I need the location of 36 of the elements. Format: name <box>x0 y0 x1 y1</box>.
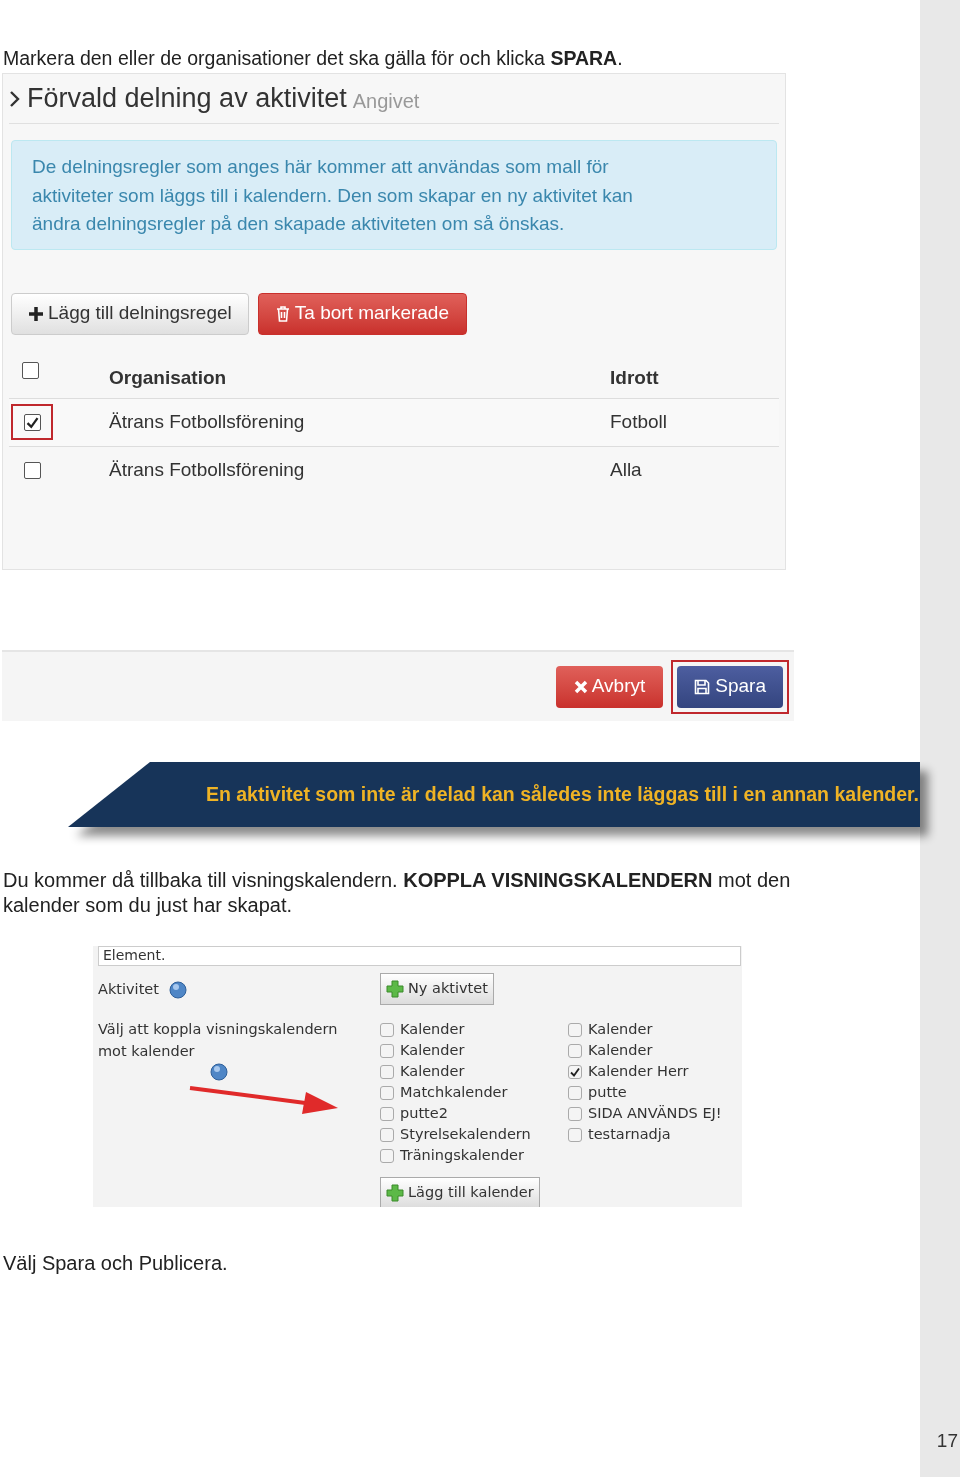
add-calendar-button[interactable]: Lägg till kalender <box>380 1177 540 1207</box>
checkbox-label: Kalender Herr <box>588 1061 689 1081</box>
add-rule-button[interactable]: Lägg till delningsregel <box>11 292 249 335</box>
checkbox-label: Kalender <box>400 1019 465 1039</box>
column-header: Organisation <box>109 365 228 390</box>
info-text: De delningsregler som anges här kommer att användas som mall för aktiviteter som läggs till i kalendern. Den som skapar en ny aktivitet kan ändra delningsregler på den skapade aktiviteten om så önskas. <box>32 155 634 236</box>
table-cell-text: Ätrans Fotbollsförening <box>109 458 306 483</box>
section-title: Förvald delning av aktivitet <box>27 82 347 116</box>
checkbox-label: Träningskalender <box>400 1145 524 1165</box>
checkbox-label: putte <box>588 1082 627 1102</box>
table-cell-text: Alla <box>610 458 642 483</box>
delete-selected-button[interactable]: Ta bort markerade <box>257 292 467 335</box>
checkbox-label: Matchkalender <box>400 1082 508 1102</box>
cancel-button[interactable]: Avbryt <box>555 665 664 708</box>
field-label: Aktivitet <box>98 980 159 1000</box>
column-header: Idrott <box>610 365 659 390</box>
page-number: 17 <box>936 1428 959 1453</box>
save-button[interactable]: Spara <box>677 665 783 708</box>
field-label: Välj att koppla visningskalendern mot kalender <box>98 1020 339 1061</box>
checkbox-label: SIDA ANVÄNDS EJ! <box>588 1103 722 1123</box>
checkbox-label: Styrelsekalendern <box>400 1124 531 1144</box>
instruction-text: Markera den eller de organisationer det ska gälla för och klicka SPARA. <box>2 46 624 70</box>
status-label: Angivet <box>352 89 420 114</box>
checkbox-label: Kalender <box>400 1040 465 1060</box>
instruction-text: Du kommer då tillbaka till visningskalendern. KOPPLA VISNINGSKALENDERN mot den kalender som du just har skapat. <box>2 868 792 918</box>
checkbox-label: Kalender <box>588 1019 653 1039</box>
table-cell-text: Fotboll <box>610 409 668 434</box>
instruction-text: Välj Spara och Publicera. <box>2 1251 229 1276</box>
table-cell-text: Ätrans Fotbollsförening <box>109 409 306 434</box>
banner-text: En aktivitet som inte är delad kan således inte läggas till i en annan kalender. <box>205 781 919 807</box>
checkbox-label: putte2 <box>400 1103 448 1123</box>
new-activity-button[interactable]: Ny aktivtet <box>380 973 494 1005</box>
checkbox-label: Kalender <box>400 1061 465 1081</box>
text-field[interactable]: Element. <box>98 946 741 966</box>
checkbox-label: Kalender <box>588 1040 653 1060</box>
checkbox-label: testarnadja <box>588 1124 671 1144</box>
